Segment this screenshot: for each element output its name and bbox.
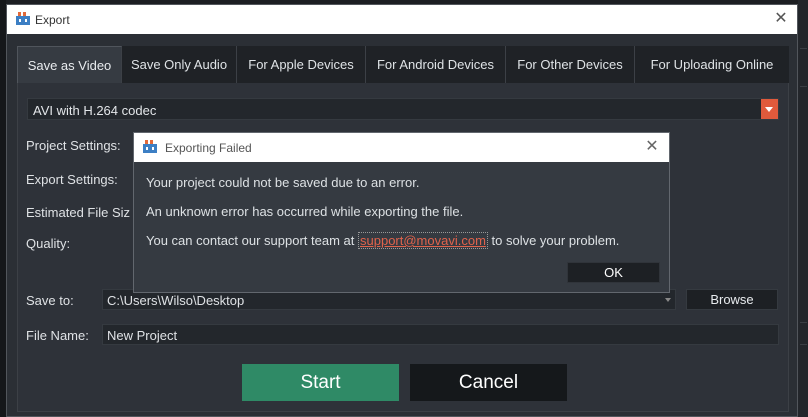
export-window-title: Export xyxy=(35,13,70,27)
file-name-input[interactable]: New Project xyxy=(102,324,779,345)
save-to-label: Save to: xyxy=(26,293,74,308)
support-email-link[interactable]: support@movavi.com xyxy=(358,232,488,249)
codec-select[interactable]: AVI with H.264 codec xyxy=(27,98,779,120)
browse-button[interactable]: Browse xyxy=(686,289,778,310)
movavi-app-icon xyxy=(143,140,157,153)
file-name-label: File Name: xyxy=(26,328,89,343)
export-settings-label: Export Settings: xyxy=(26,172,118,187)
movavi-app-icon xyxy=(16,12,30,25)
dialog-message-line2: An unknown error has occurred while expo… xyxy=(146,204,464,219)
chevron-down-icon[interactable] xyxy=(665,298,671,302)
tab-save-only-audio[interactable]: Save Only Audio xyxy=(122,46,237,83)
dialog-message-line3-prefix: You can contact our support team at xyxy=(146,233,358,248)
dialog-titlebar: Exporting Failed ✕ xyxy=(134,133,669,162)
dialog-title: Exporting Failed xyxy=(165,141,252,155)
estimated-file-size-label: Estimated File Siz xyxy=(26,205,131,220)
exporting-failed-dialog: Exporting Failed ✕ Your project could no… xyxy=(133,132,670,293)
export-tabs: Save as Video Save Only Audio For Apple … xyxy=(17,46,789,83)
cancel-button[interactable]: Cancel xyxy=(410,364,567,401)
project-settings-label: Project Settings: xyxy=(26,138,121,153)
tab-for-android-devices[interactable]: For Android Devices xyxy=(366,46,506,83)
export-close-icon[interactable]: ✕ xyxy=(771,9,791,29)
file-name-value: New Project xyxy=(107,328,178,343)
dialog-message-line3-suffix: to solve your problem. xyxy=(487,233,620,248)
chevron-down-icon[interactable] xyxy=(761,99,778,119)
tab-save-as-video[interactable]: Save as Video xyxy=(17,46,122,83)
export-titlebar: Export ✕ xyxy=(7,5,797,34)
ok-button[interactable]: OK xyxy=(567,262,660,283)
quality-label: Quality: xyxy=(26,236,71,251)
codec-select-value: AVI with H.264 codec xyxy=(33,103,157,118)
save-to-value: C:\Users\Wilso\Desktop xyxy=(107,293,245,308)
tab-for-uploading-online[interactable]: For Uploading Online xyxy=(635,46,789,83)
start-button[interactable]: Start xyxy=(242,364,399,401)
dialog-message-line3: You can contact our support team at supp… xyxy=(146,232,620,249)
tab-for-other-devices[interactable]: For Other Devices xyxy=(506,46,635,83)
dialog-close-icon[interactable]: ✕ xyxy=(642,137,662,157)
tab-for-apple-devices[interactable]: For Apple Devices xyxy=(237,46,366,83)
dialog-message-line1: Your project could not be saved due to a… xyxy=(146,175,420,190)
background-right xyxy=(798,0,808,417)
